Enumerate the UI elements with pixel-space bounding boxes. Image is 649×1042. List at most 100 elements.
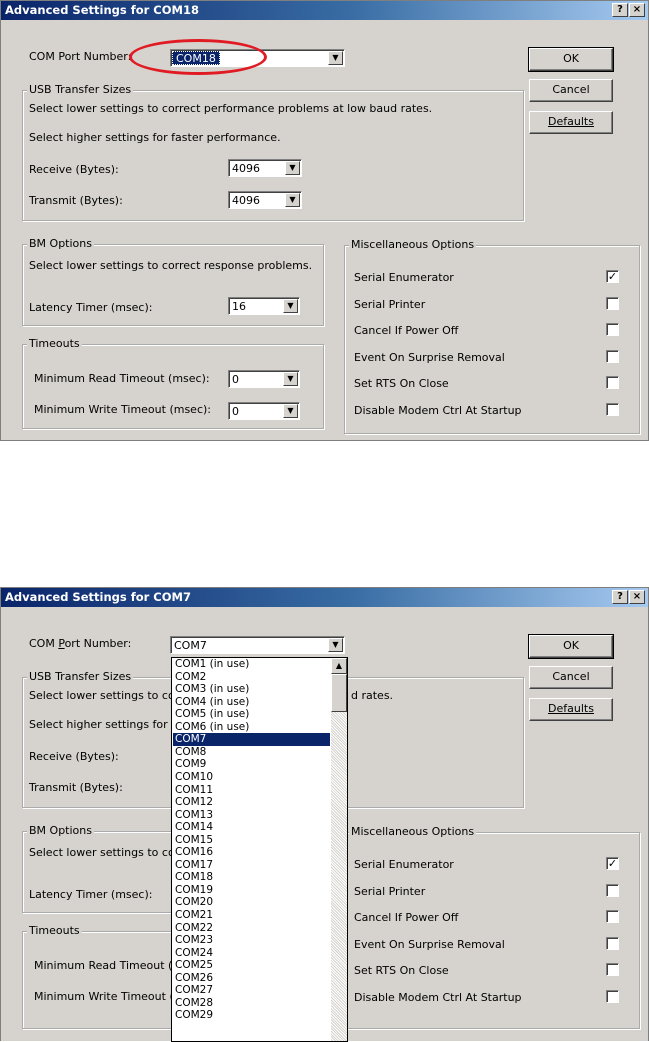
chevron-down-icon[interactable]: ▼ — [328, 51, 343, 65]
dropdown-option[interactable]: COM3 (in use) — [173, 683, 330, 696]
group-title: Timeouts — [27, 924, 82, 938]
dropdown-option[interactable]: COM25 — [173, 959, 330, 972]
transmit-select[interactable]: 4096 ▼ — [228, 191, 302, 209]
misc-option-checkbox[interactable] — [606, 883, 619, 897]
latency-select[interactable]: 16 ▼ — [228, 297, 300, 315]
misc-option-label: Disable Modem Ctrl At Startup — [354, 990, 522, 1004]
chevron-down-icon[interactable]: ▼ — [328, 638, 343, 652]
dropdown-option[interactable]: COM23 — [173, 934, 330, 947]
defaults-button[interactable]: Defaults — [529, 698, 613, 721]
dropdown-scrollbar[interactable]: ▲ — [331, 658, 347, 1041]
dropdown-option[interactable]: COM12 — [173, 796, 330, 809]
dropdown-option[interactable]: COM2 — [173, 671, 330, 684]
misc-option-checkbox[interactable] — [606, 989, 619, 1003]
help-button[interactable]: ? — [612, 3, 628, 17]
usb-help-text-1: Select lower settings to correct perform… — [29, 102, 433, 115]
com-port-value: COM7 — [174, 639, 207, 652]
dropdown-option[interactable]: COM16 — [173, 846, 330, 859]
dropdown-option[interactable]: COM13 — [173, 809, 330, 822]
window-title: Advanced Settings for COM7 — [5, 590, 191, 604]
chevron-down-icon[interactable]: ▼ — [285, 161, 300, 175]
dropdown-option[interactable]: COM6 (in use) — [173, 721, 330, 734]
dropdown-option[interactable]: COM5 (in use) — [173, 708, 330, 721]
title-bar: Advanced Settings for COM18 ? × — [1, 1, 648, 20]
latency-label: Latency Timer (msec): — [29, 301, 153, 314]
misc-option-checkbox[interactable] — [606, 963, 619, 976]
min-read-select[interactable]: 0 ▼ — [228, 370, 300, 388]
misc-option-label: Event On Surprise Removal — [354, 937, 505, 951]
misc-option-checkbox[interactable] — [606, 323, 619, 336]
min-write-select[interactable]: 0 ▼ — [228, 402, 300, 420]
misc-option-label: Set RTS On Close — [354, 377, 449, 390]
chevron-down-icon[interactable]: ▼ — [283, 299, 298, 313]
dropdown-option[interactable]: COM24 — [173, 947, 330, 960]
cancel-button[interactable]: Cancel — [529, 79, 613, 102]
close-button[interactable]: × — [629, 3, 645, 17]
dropdown-option[interactable]: COM21 — [173, 909, 330, 922]
misc-option-label: Cancel If Power Off — [354, 324, 459, 337]
misc-option-checkbox[interactable]: ✓ — [606, 270, 619, 283]
dropdown-option[interactable]: COM10 — [173, 771, 330, 784]
misc-option-checkbox[interactable] — [606, 936, 619, 950]
defaults-label: Defaults — [548, 115, 594, 128]
dropdown-option[interactable]: COM11 — [173, 784, 330, 797]
min-write-value: 0 — [232, 405, 239, 418]
latency-label: Latency Timer (msec): — [29, 888, 153, 901]
min-write-label: Minimum Write Timeout (msec): — [34, 403, 211, 416]
defaults-button[interactable]: Defaults — [529, 111, 613, 134]
misc-option-checkbox[interactable] — [606, 296, 619, 310]
ok-button[interactable]: OK — [528, 634, 614, 659]
group-title: BM Options — [27, 824, 94, 838]
dropdown-option[interactable]: COM20 — [173, 896, 330, 909]
misc-option-label: Serial Enumerator — [354, 271, 454, 284]
chevron-down-icon[interactable]: ▼ — [283, 404, 298, 418]
annotation-circle — [129, 39, 267, 75]
dropdown-option[interactable]: COM7 — [173, 733, 330, 746]
com-port-select[interactable]: COM7 ▼ — [170, 636, 345, 654]
ok-button[interactable]: OK — [528, 47, 614, 72]
dropdown-option[interactable]: COM26 — [173, 972, 330, 985]
transmit-label: Transmit (Bytes): — [29, 194, 123, 207]
com-port-dropdown-list[interactable]: COM1 (in use) COM2 COM3 (in use) COM4 (in u… — [171, 657, 348, 1042]
dialog-com18: Advanced Settings for COM18 ? × COM Port… — [0, 0, 649, 441]
defaults-label: Defaults — [548, 702, 594, 715]
receive-label: Receive (Bytes): — [29, 163, 119, 176]
dropdown-option[interactable]: COM14 — [173, 821, 330, 834]
receive-label: Receive (Bytes): — [29, 750, 119, 763]
dialog-com7: Advanced Settings for COM7 ? × COM Port … — [0, 587, 649, 1042]
dropdown-option[interactable]: COM22 — [173, 922, 330, 935]
transmit-value: 4096 — [232, 194, 260, 207]
dropdown-option[interactable]: COM28 — [173, 997, 330, 1010]
dropdown-option[interactable]: COM19 — [173, 884, 330, 897]
close-button[interactable]: × — [629, 590, 645, 604]
dropdown-option[interactable]: COM29 — [173, 1009, 330, 1022]
dropdown-option[interactable]: COM17 — [173, 859, 330, 872]
help-button[interactable]: ? — [612, 590, 628, 604]
chevron-down-icon[interactable]: ▼ — [283, 372, 298, 386]
scroll-thumb[interactable] — [331, 674, 347, 712]
dropdown-option[interactable]: COM4 (in use) — [173, 696, 330, 709]
misc-option-checkbox[interactable] — [606, 376, 619, 389]
scroll-up-icon[interactable]: ▲ — [331, 658, 347, 674]
misc-option-checkbox[interactable] — [606, 402, 619, 416]
com-port-label: COM Port Number: — [29, 50, 132, 63]
group-title: USB Transfer Sizes — [27, 83, 134, 97]
dropdown-option[interactable]: COM27 — [173, 984, 330, 997]
dropdown-option[interactable]: COM8 — [173, 746, 330, 759]
bm-help-text: Select lower settings to correct respons… — [29, 259, 313, 272]
cancel-button[interactable]: Cancel — [529, 666, 613, 689]
dropdown-option[interactable]: COM1 (in use) — [173, 658, 330, 671]
usb-help-text-1: Select lower settings to corre — [29, 689, 191, 702]
chevron-down-icon[interactable]: ▼ — [285, 193, 300, 207]
dropdown-option[interactable]: COM15 — [173, 834, 330, 847]
dropdown-option[interactable]: COM18 — [173, 871, 330, 884]
misc-option-checkbox[interactable] — [606, 910, 619, 923]
misc-option-checkbox[interactable]: ✓ — [606, 857, 619, 870]
misc-option-label: Event On Surprise Removal — [354, 350, 505, 364]
misc-option-checkbox[interactable] — [606, 349, 619, 363]
receive-select[interactable]: 4096 ▼ — [228, 159, 302, 177]
usb-help-text-2: Select higher settings for fas — [29, 718, 188, 731]
dropdown-option[interactable]: COM9 — [173, 758, 330, 771]
group-title: USB Transfer Sizes — [27, 670, 134, 684]
usb-help-text-2: Select higher settings for faster perfor… — [29, 131, 281, 144]
